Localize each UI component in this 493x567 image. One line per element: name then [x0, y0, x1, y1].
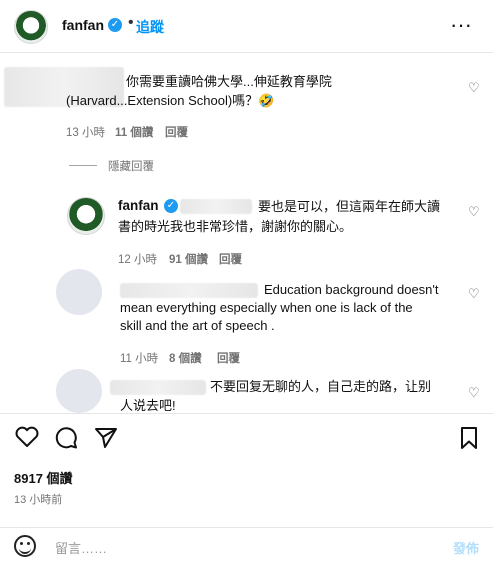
- heart-icon[interactable]: ♡: [468, 204, 480, 220]
- blurred-user-area: [110, 380, 206, 395]
- comment-text: skill and the art of speech .: [120, 318, 275, 333]
- avatar[interactable]: [14, 10, 48, 44]
- avatar[interactable]: [56, 369, 102, 413]
- blurred-user-area: [120, 283, 258, 298]
- blurred-mention: [180, 199, 252, 214]
- divider: [0, 527, 493, 528]
- reply-likes[interactable]: 91 個讚: [169, 254, 208, 266]
- post-time: 13 小時前: [14, 494, 63, 506]
- verified-check-icon: ✓: [108, 18, 122, 32]
- heart-icon[interactable]: ♡: [468, 80, 480, 96]
- comment-text: 人说去吧!: [120, 398, 176, 413]
- comment-time: 13 小時: [66, 127, 105, 139]
- comment-text: (Harvard...Extension School)嗎？🤣: [66, 93, 275, 108]
- heart-icon[interactable]: ♡: [468, 286, 480, 302]
- send-icon[interactable]: [93, 426, 119, 450]
- username[interactable]: fanfan: [62, 17, 104, 33]
- comment-input[interactable]: 留言……: [55, 538, 107, 557]
- more-horizontal-icon[interactable]: ···: [450, 12, 472, 38]
- reply-text: 要也是可以，但這兩年在師大讀: [258, 199, 441, 214]
- follow-button[interactable]: 追蹤: [136, 17, 164, 37]
- reply-button[interactable]: 回覆: [165, 127, 188, 139]
- comment-icon[interactable]: [53, 425, 79, 451]
- separator: •: [128, 14, 134, 31]
- reply-button[interactable]: 回覆: [219, 254, 242, 266]
- avatar[interactable]: [67, 197, 105, 235]
- post-button[interactable]: 發佈: [453, 538, 479, 557]
- heart-icon[interactable]: ♡: [468, 385, 480, 401]
- hide-replies-line: [69, 165, 97, 166]
- divider: [0, 413, 493, 414]
- bookmark-icon[interactable]: [458, 426, 480, 450]
- comment-time: 11 小時: [120, 353, 159, 365]
- reply-username[interactable]: fanfan: [118, 198, 159, 213]
- heart-icon[interactable]: [14, 425, 40, 449]
- avatar[interactable]: [56, 269, 102, 315]
- post-likes[interactable]: 8917 個讚: [14, 468, 73, 487]
- reply-text: 書的時光我也非常珍惜，謝謝你的關心。: [118, 219, 353, 234]
- reply-time: 12 小時: [118, 254, 157, 266]
- verified-check-icon: ✓: [164, 199, 178, 213]
- hide-replies-button[interactable]: 隱藏回覆: [108, 158, 154, 174]
- comment-likes[interactable]: 8 個讚: [169, 353, 202, 365]
- comment-likes[interactable]: 11 個讚: [115, 127, 153, 139]
- comment-text: 不要回复无聊的人，自己走的路，让别: [210, 379, 432, 394]
- reply-button[interactable]: 回覆: [217, 353, 240, 365]
